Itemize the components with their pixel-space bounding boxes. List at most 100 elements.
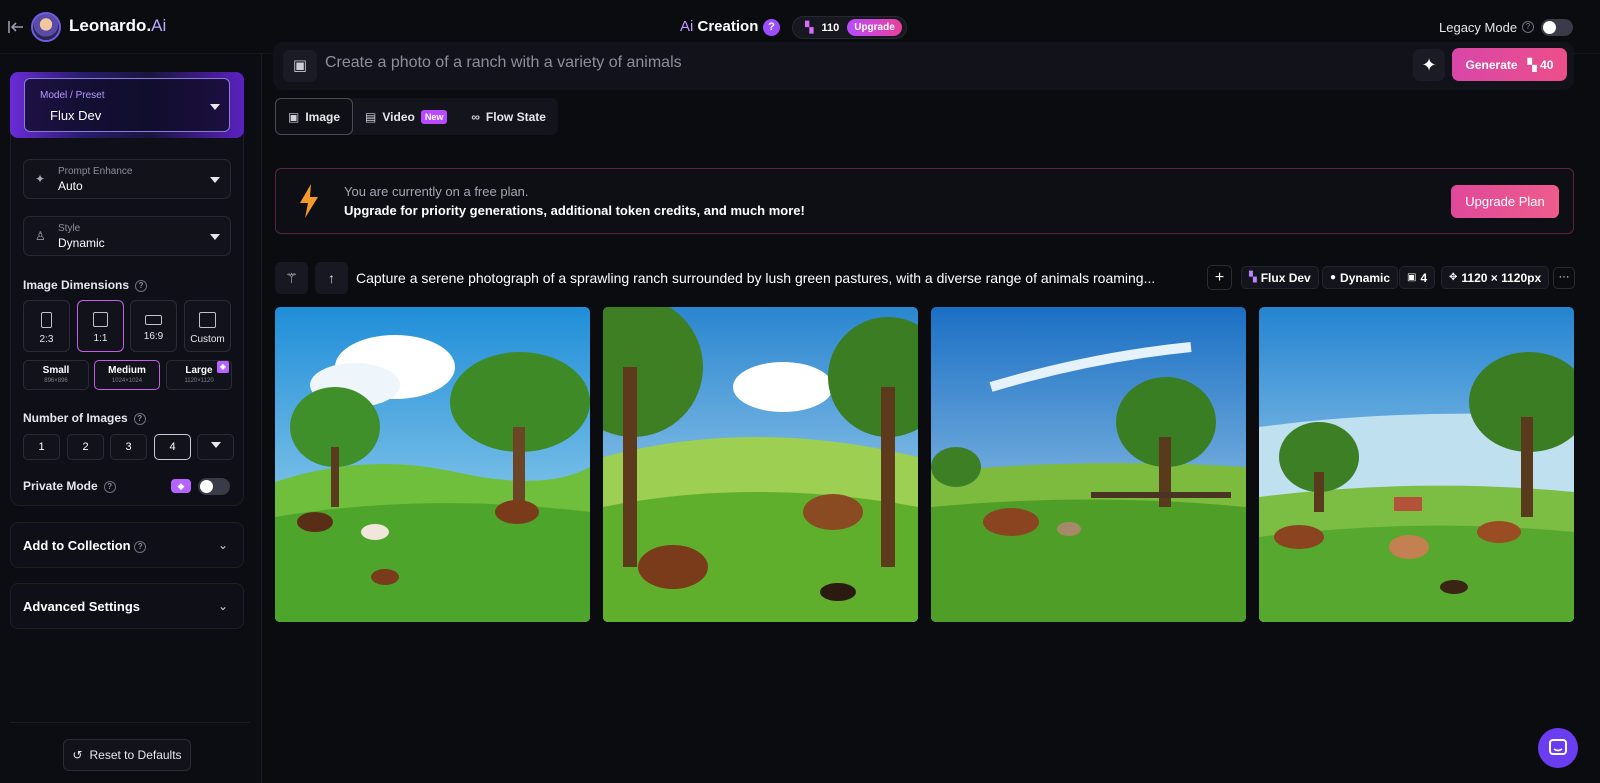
model-chip: ▚ Flux Dev	[1241, 266, 1319, 289]
reset-to-defaults-button[interactable]: ↺ Reset to Defaults	[63, 739, 191, 771]
token-icon: ▚	[805, 22, 814, 34]
legacy-mode-label: Legacy Mode	[1439, 20, 1518, 35]
generated-image-3[interactable]	[931, 307, 1246, 622]
ratio-2-3-button[interactable]: 2:3	[23, 300, 70, 352]
banner-line-1: You are currently on a free plan.	[344, 184, 529, 199]
count-chip: ▣ 4	[1399, 266, 1436, 289]
sparkle-icon: ✦	[35, 172, 46, 186]
tab-image[interactable]: ▣ Image	[275, 98, 354, 135]
ratio-label: 1:1	[93, 333, 108, 344]
help-icon[interactable]: ?	[103, 480, 116, 493]
toggle-knob	[1543, 21, 1556, 34]
magic-wand-icon[interactable]: ⚚	[275, 262, 308, 294]
model-preset-selector[interactable]	[10, 72, 244, 138]
brand-name[interactable]: Leonardo.Ai	[69, 16, 166, 36]
collapse-sidebar-icon[interactable]	[6, 17, 26, 37]
ratio-label: 2:3	[39, 334, 54, 345]
num-images-4-button[interactable]: 4	[154, 434, 191, 460]
token-balance[interactable]: ▚ 110 Upgrade	[792, 16, 907, 39]
lightning-icon	[300, 184, 318, 218]
tab-flow-state[interactable]: ∞ Flow State	[459, 98, 558, 135]
leonardo-logo-icon[interactable]	[31, 12, 61, 42]
help-icon[interactable]: ?	[134, 540, 147, 553]
generated-image-2[interactable]	[603, 307, 918, 622]
portrait-icon	[41, 312, 52, 328]
num-images-2-button[interactable]: 2	[67, 434, 104, 460]
chevron-down-icon: ⌄	[217, 599, 228, 613]
upgrade-button[interactable]: Upgrade	[847, 19, 902, 36]
drop-icon: ●	[1330, 272, 1337, 283]
advanced-settings-label: Advanced Settings	[23, 599, 141, 614]
video-icon: ▤	[365, 109, 377, 124]
images-icon: ▣	[1407, 272, 1417, 283]
number-of-images-title: Number of Images?	[23, 411, 146, 425]
custom-ratio-icon	[199, 312, 216, 328]
help-icon[interactable]: ?	[135, 279, 148, 292]
token-count: 110	[821, 21, 840, 34]
upgrade-plan-button[interactable]: Upgrade Plan	[1451, 185, 1559, 218]
mode-tabs: ▣ Image ▤ Video New ∞ Flow State	[275, 98, 558, 135]
square-icon	[93, 312, 108, 327]
num-images-1-button[interactable]: 1	[23, 434, 60, 460]
tab-video[interactable]: ▤ Video New	[353, 98, 459, 135]
ratio-1-1-button[interactable]: 1:1	[77, 300, 124, 352]
model-preset-label: Model / Preset	[40, 90, 105, 101]
style-icon: ♙	[35, 229, 46, 243]
chevron-down-icon: ⌄	[217, 538, 228, 552]
generated-image-4[interactable]	[1259, 307, 1574, 622]
image-icon: ▣	[288, 109, 300, 124]
ratio-custom-button[interactable]: Custom	[184, 300, 231, 352]
reset-icon: ↺	[72, 748, 83, 762]
num-images-more-button[interactable]	[197, 434, 234, 460]
size-small-button[interactable]: Small 896×896	[23, 360, 89, 390]
model-icon: ▚	[1249, 272, 1257, 283]
token-cost: ▚ 40	[1527, 57, 1554, 72]
generate-button[interactable]: Generate ▚ 40	[1452, 48, 1567, 81]
legacy-mode-toggle[interactable]	[1541, 19, 1573, 36]
model-dropdown-icon[interactable]	[210, 104, 220, 110]
prompt-enhance-label: Prompt Enhance	[58, 166, 133, 177]
advanced-settings-section[interactable]: Advanced Settings ⌄	[10, 583, 244, 629]
chat-support-icon[interactable]	[1538, 728, 1578, 768]
style-label: Style	[58, 223, 81, 234]
num-images-3-button[interactable]: 3	[110, 434, 147, 460]
banner-line-2: Upgrade for priority generations, additi…	[344, 203, 805, 218]
private-mode-toggle[interactable]	[198, 478, 230, 495]
chevron-down-icon	[210, 177, 220, 183]
private-mode-title: Private Mode?	[23, 479, 116, 493]
help-icon[interactable]: ?	[133, 412, 146, 425]
premium-gem-icon: ◆	[171, 479, 191, 493]
reuse-prompt-icon[interactable]: ↑	[315, 262, 348, 294]
image-prompt-icon[interactable]: ▣	[283, 50, 317, 82]
more-options-icon[interactable]: ···	[1553, 267, 1575, 289]
resize-icon: ✥	[1449, 272, 1458, 283]
toggle-knob	[200, 480, 213, 493]
model-preset-value: Flux Dev	[50, 108, 102, 123]
chevron-down-icon	[210, 442, 221, 448]
dimensions-chip: ✥ 1120 × 1120px	[1441, 266, 1550, 289]
prompt-enhance-value: Auto	[58, 179, 83, 193]
ratio-16-9-button[interactable]: 16:9	[130, 300, 177, 352]
style-chip: ● Dynamic	[1322, 266, 1399, 289]
size-medium-button[interactable]: Medium 1024×1024	[94, 360, 160, 390]
prompt-enhance-dropdown[interactable]: ✦ Prompt Enhance Auto	[23, 159, 231, 199]
new-badge: New	[420, 109, 448, 124]
size-dims: 1024×1024	[111, 378, 143, 384]
size-dims: 1120×1120	[184, 378, 214, 384]
size-dims: 896×896	[44, 378, 68, 384]
legacy-help-icon[interactable]: ?	[1522, 21, 1534, 33]
generated-image-1[interactable]	[275, 307, 590, 622]
prompt-enhance-sparkle-icon[interactable]: ✦	[1413, 49, 1445, 81]
prompt-input[interactable]: Create a photo of a ranch with a variety…	[325, 54, 682, 72]
generation-prompt[interactable]: Capture a serene photograph of a sprawli…	[356, 270, 1155, 286]
help-icon[interactable]: ?	[763, 19, 780, 36]
infinity-icon: ∞	[471, 109, 480, 124]
add-icon[interactable]: +	[1207, 265, 1232, 290]
ratio-label: Custom	[190, 334, 225, 345]
add-to-collection-section[interactable]: Add to Collection ? ⌄	[10, 522, 244, 568]
free-plan-banner	[275, 168, 1574, 234]
size-label: Small	[42, 365, 70, 376]
style-dropdown[interactable]: ♙ Style Dynamic	[23, 216, 231, 256]
size-label: Medium	[108, 365, 146, 376]
style-value: Dynamic	[58, 236, 105, 250]
